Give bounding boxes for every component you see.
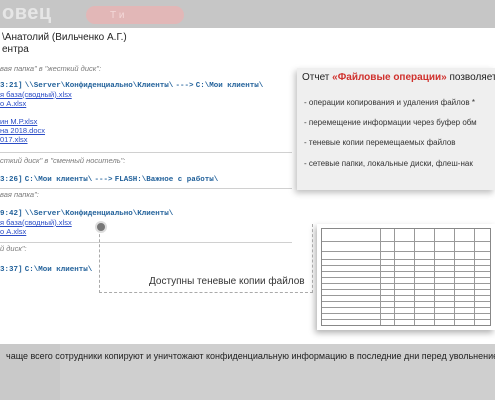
card-subtitle: ентра: [2, 44, 29, 55]
user-line: \Анатолий (Вильченко А.Г.): [2, 32, 127, 43]
arrow-label: --->: [94, 176, 113, 184]
log-source-path: \\Server\Конфиденциально\Клиенты\: [24, 82, 174, 90]
log-time: 3:37]: [0, 266, 23, 274]
log-dest-path: C:\Мои клиенты\: [195, 82, 264, 90]
log-time: 3:26]: [0, 176, 23, 184]
section-title: сткий диск" в "сменный носитель":: [0, 156, 126, 165]
arrow-label: --->: [175, 82, 194, 90]
info-title-prefix: Отчет: [302, 72, 333, 83]
section-title: й диск":: [0, 244, 27, 253]
file-link[interactable]: я база(сводный).xlsx: [0, 90, 72, 99]
card-header: \Анатолий (Вильченко А.Г.) ентра: [2, 32, 127, 56]
log-source-path: \\Server\Конфиденциально\Клиенты\: [24, 210, 174, 218]
file-link[interactable]: о А.xlsx: [0, 227, 26, 236]
log-time: 9:42]: [0, 210, 23, 218]
log-entry: 3:37] C:\Мои клиенты\: [0, 264, 92, 274]
section-title: вая папка" в "жесткий диск":: [0, 64, 102, 73]
log-entry: 3:26] C:\Мои клиенты\ ---> FLASH:\Важное…: [0, 174, 218, 184]
file-link[interactable]: 017.xlsx: [0, 135, 28, 144]
log-dest-path: FLASH:\Важное с работы\: [114, 176, 219, 184]
callout-dot-icon: [95, 221, 107, 233]
footer-caption: чаще всего сотрудники копируют и уничтож…: [6, 351, 495, 361]
info-item: - операции копирования и удаления файлов…: [304, 98, 475, 107]
info-title: Отчет «Файловые операции» позволяет: [302, 72, 495, 83]
file-link[interactable]: я база(сводный).xlsx: [0, 218, 72, 227]
info-item: - сетевые папки, локальные диски, флеш-н…: [304, 159, 473, 168]
header-pill-label: Т и: [110, 10, 125, 21]
log-entry: 3:21] \\Server\Конфиденциально\Клиенты\ …: [0, 80, 263, 90]
file-link[interactable]: о А.xlsx: [0, 99, 26, 108]
info-title-bold: «Файловые операции»: [332, 72, 447, 83]
file-link[interactable]: ин М.Р.xlsx: [0, 117, 37, 126]
info-item: - перемещение информации через буфер обм: [304, 118, 477, 127]
log-source-path: C:\Мои клиенты\: [24, 266, 93, 274]
log-source-path: C:\Мои клиенты\: [24, 176, 93, 184]
file-link[interactable]: на 2018.docx: [0, 126, 45, 135]
info-panel: Отчет «Файловые операции» позволяет - оп…: [297, 68, 495, 190]
header-pill-button[interactable]: Т и: [86, 6, 184, 24]
shadow-copies-callout: Доступны теневые копии файлов: [149, 276, 305, 287]
top-bar: овец Т и: [0, 0, 495, 28]
spreadsheet-grid: [321, 228, 491, 326]
section-title: вая папка":: [0, 190, 39, 199]
info-title-suffix: позволяет: [446, 72, 495, 83]
divider: [0, 152, 292, 153]
divider: [0, 188, 292, 189]
brand-text: овец: [2, 2, 52, 24]
log-time: 3:21]: [0, 82, 23, 90]
log-entry: 9:42] \\Server\Конфиденциально\Клиенты\: [0, 208, 173, 218]
spreadsheet-thumbnail: [317, 224, 495, 330]
info-item: - теневые копии перемещаемых файлов: [304, 138, 456, 147]
